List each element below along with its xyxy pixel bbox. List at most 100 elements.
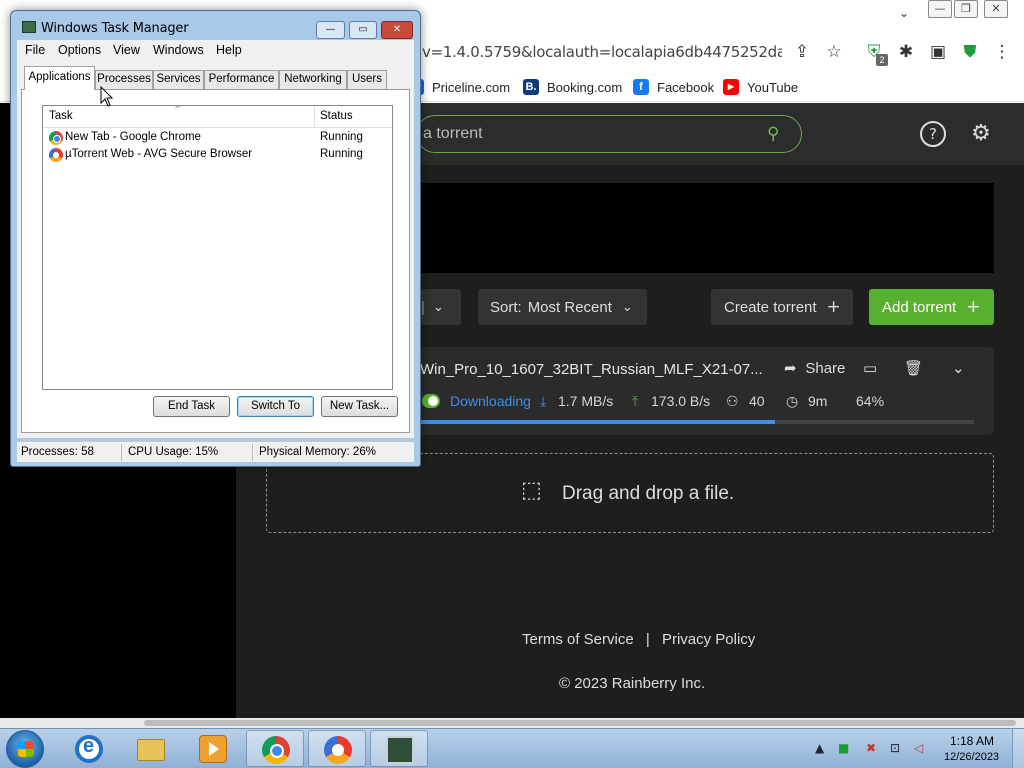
torrent-status: Downloading <box>450 393 531 409</box>
switch-to-button[interactable]: Switch To <box>237 396 314 417</box>
task-row[interactable]: µTorrent Web - AVG Secure Browser Runnin… <box>43 147 392 164</box>
end-task-button[interactable]: End Task <box>153 396 230 417</box>
tab-users[interactable]: Users <box>347 70 387 89</box>
taskbar-file-explorer[interactable] <box>122 730 180 767</box>
maximize-button[interactable]: ▭ <box>349 21 377 39</box>
task-manager-icon <box>386 736 414 764</box>
tab-services[interactable]: Services <box>153 70 204 89</box>
download-arrow-icon: ⤓ <box>540 393 547 409</box>
star-icon[interactable]: ☆ <box>822 40 846 64</box>
privacy-link[interactable]: Privacy Policy <box>662 631 755 648</box>
tab-search-chevron-icon[interactable]: ⌄ <box>894 6 914 26</box>
filter-dropdown[interactable]: | ⌄ <box>420 289 461 325</box>
column-task[interactable]: Task <box>49 110 73 122</box>
terms-link[interactable]: Terms of Service <box>522 631 634 648</box>
horizontal-scrollbar[interactable] <box>0 718 1024 728</box>
bookmark-facebook[interactable]: f Facebook <box>633 76 714 98</box>
clock-time[interactable]: 1:18 AM <box>950 734 994 748</box>
sort-dropdown[interactable]: Sort: Most Recent ⌄ <box>478 289 647 325</box>
trash-icon[interactable]: 🗑 <box>904 359 923 377</box>
volume-muted-icon[interactable]: ◁ <box>914 741 923 755</box>
taskbar-internet-explorer[interactable] <box>60 730 118 767</box>
windows-taskbar: ▲ ■ ✖ ⊡ ◁ 1:18 AM 12/26/2023 <box>0 728 1024 768</box>
minimize-button[interactable]: — <box>316 21 345 39</box>
torrent-search-input[interactable]: a torrent ⚲ <box>416 115 802 153</box>
taskbar-task-manager[interactable] <box>370 730 428 767</box>
search-placeholder: a torrent <box>423 125 483 142</box>
taskbar-chrome[interactable] <box>246 730 304 767</box>
tray-app-icon[interactable]: ■ <box>838 741 849 755</box>
menu-file[interactable]: File <box>25 43 45 57</box>
search-icon[interactable]: ⚲ <box>767 124 787 144</box>
column-divider[interactable] <box>314 106 315 128</box>
devices-icon[interactable]: ⊡ <box>890 741 900 755</box>
new-task-button[interactable]: New Task... <box>321 396 398 417</box>
task-name: New Tab - Google Chrome <box>65 131 201 143</box>
address-bar[interactable]: v=1.4.0.5759&localauth=localapia6db44752… <box>422 43 782 61</box>
column-status[interactable]: Status <box>320 110 353 122</box>
taskbar-avg-browser[interactable] <box>308 730 366 767</box>
show-desktop-button[interactable] <box>1012 729 1024 768</box>
bookmark-booking[interactable]: B. Booking.com <box>523 76 622 98</box>
window-title: Windows Task Manager <box>41 21 189 36</box>
upload-arrow-icon: ⤒ <box>632 393 639 409</box>
statusbar-divider <box>252 444 253 461</box>
booking-icon: B. <box>523 79 539 95</box>
peer-count: 40 <box>749 393 765 409</box>
task-manager-titlebar[interactable]: Windows Task Manager — ▭ ✕ <box>11 11 420 39</box>
sort-caret-icon: ^ <box>174 105 182 115</box>
task-list-header: Task ^ Status <box>43 105 392 128</box>
avg-browser-icon <box>49 148 63 162</box>
browser-restore-button[interactable]: ❐ <box>954 0 978 18</box>
tab-networking[interactable]: Networking <box>279 70 347 89</box>
show-hidden-icons[interactable]: ▲ <box>815 741 824 755</box>
network-error-icon[interactable]: ✖ <box>866 741 876 755</box>
tab-performance[interactable]: Performance <box>204 70 279 89</box>
add-torrent-button[interactable]: Add torrent + <box>869 289 994 325</box>
start-stop-toggle[interactable] <box>422 394 440 408</box>
kebab-menu-icon[interactable]: ⋮ <box>990 40 1014 64</box>
task-row[interactable]: New Tab - Google Chrome Running <box>43 130 392 147</box>
torrent-name[interactable]: Win_Pro_10_1607_32BIT_Russian_MLF_X21-07… <box>420 361 765 378</box>
bookmark-label: Facebook <box>657 79 715 95</box>
menu-options[interactable]: Options <box>58 43 101 57</box>
sidepanel-icon[interactable]: ▣ <box>926 40 950 64</box>
browser-close-button[interactable]: ✕ <box>984 0 1008 18</box>
browser-minimize-button[interactable]: — <box>928 0 952 18</box>
task-manager-body: Applications Processes Services Performa… <box>17 61 414 438</box>
facebook-icon: f <box>633 79 649 95</box>
folder-icon[interactable]: ▭ <box>863 359 877 377</box>
media-player-icon <box>199 735 227 763</box>
avg-secure-icon[interactable]: ⛊ <box>958 40 982 64</box>
share-icon[interactable]: ⇪ <box>790 40 814 64</box>
bookmark-priceline[interactable]: Priceline.com <box>418 76 510 98</box>
bookmark-youtube[interactable]: ▶ YouTube <box>723 76 798 98</box>
menu-windows[interactable]: Windows <box>153 43 204 57</box>
youtube-icon: ▶ <box>723 79 739 95</box>
menu-help[interactable]: Help <box>216 43 242 57</box>
menu-view[interactable]: View <box>113 43 140 57</box>
tab-applications[interactable]: Applications <box>24 66 95 90</box>
progress-bar <box>420 420 974 424</box>
share-button[interactable]: ➦ Share <box>784 359 845 377</box>
chevron-down-icon: ⌄ <box>621 299 633 315</box>
clock-date[interactable]: 12/26/2023 <box>944 751 999 763</box>
help-icon[interactable]: ? <box>920 121 946 147</box>
share-icon: ➦ <box>784 359 797 377</box>
file-explorer-icon <box>137 739 165 761</box>
expand-chevron-icon[interactable]: ⌄ <box>952 359 965 377</box>
gear-icon[interactable]: ⚙ <box>968 121 994 147</box>
create-torrent-button[interactable]: Create torrent + <box>711 289 853 325</box>
close-button[interactable]: ✕ <box>381 21 413 39</box>
start-button[interactable] <box>6 730 44 768</box>
taskbar-media-player[interactable] <box>184 730 242 767</box>
extensions-icon[interactable]: ✱ <box>894 40 918 64</box>
statusbar-divider <box>121 444 122 461</box>
task-list[interactable]: Task ^ Status New Tab - Google Chrome Ru… <box>42 105 393 390</box>
footer-separator: | <box>645 631 650 648</box>
peers-icon: ⚇ <box>726 393 739 409</box>
torrent-card[interactable]: Win_Pro_10_1607_32BIT_Russian_MLF_X21-07… <box>420 347 994 435</box>
task-status: Running <box>320 148 363 160</box>
scrollbar-thumb[interactable] <box>144 720 1016 726</box>
menu-bar: File Options View Windows Help <box>17 40 414 61</box>
